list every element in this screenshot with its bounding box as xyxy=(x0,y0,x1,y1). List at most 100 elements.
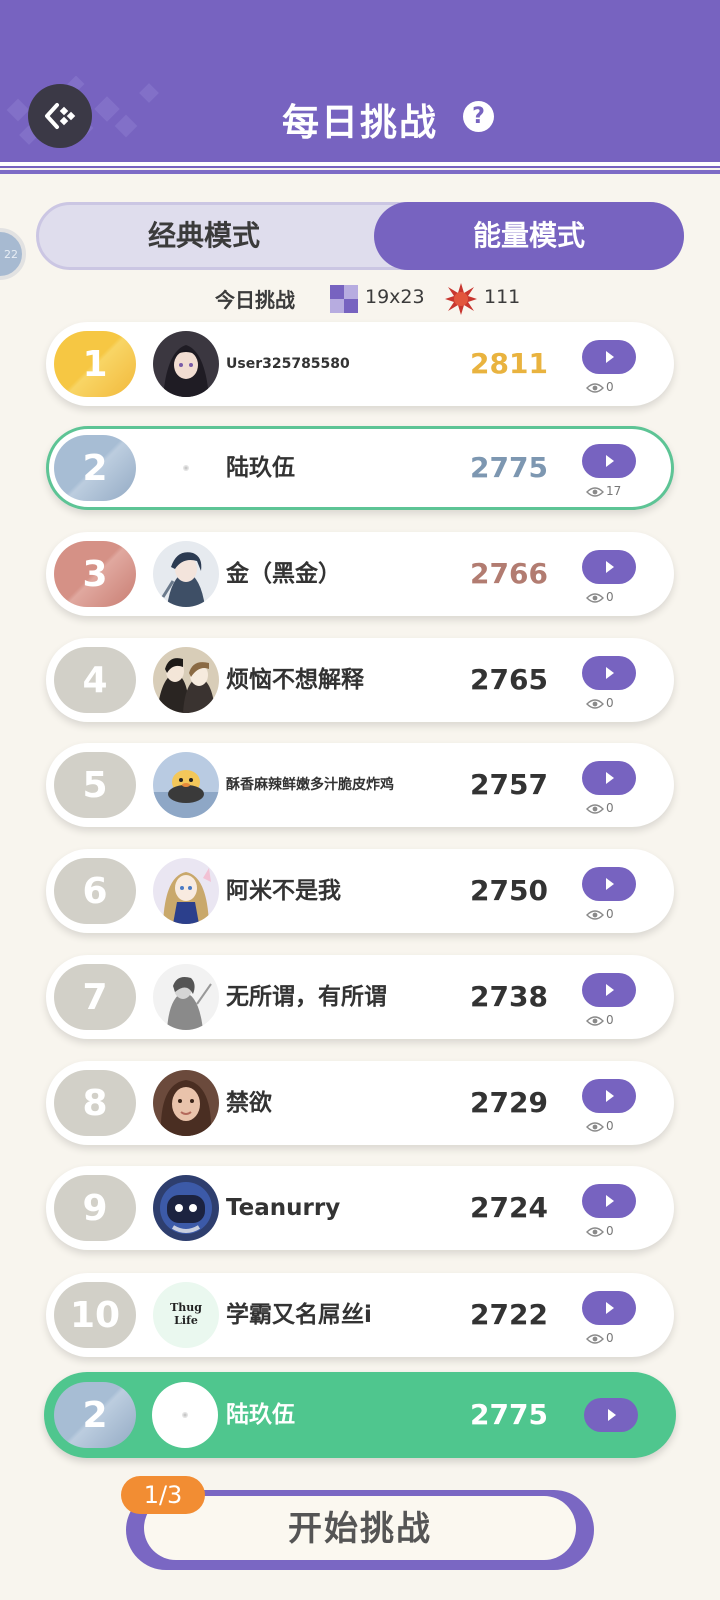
play-icon xyxy=(608,1409,616,1421)
view-count: 0 xyxy=(586,590,646,604)
anime-girl-avatar xyxy=(153,858,219,924)
replay-button[interactable] xyxy=(582,656,636,690)
leaderboard-row[interactable]: 2 陆玖伍 2775 17 xyxy=(46,426,674,510)
play-icon xyxy=(606,561,614,573)
replay-button[interactable] xyxy=(582,1184,636,1218)
view-count-text: 0 xyxy=(606,380,614,394)
header-bar: 每日挑战 ? xyxy=(0,0,720,174)
eye-icon xyxy=(586,1226,604,1237)
replay-button[interactable] xyxy=(582,340,636,374)
header-divider-lower xyxy=(0,170,720,174)
eye-icon xyxy=(586,592,604,603)
leaderboard-row[interactable]: 6 阿米不是我 2750 0 xyxy=(46,849,674,933)
view-count-text: 0 xyxy=(606,1331,614,1345)
view-count: 0 xyxy=(586,1331,646,1345)
view-count: 0 xyxy=(586,1013,646,1027)
replay-button[interactable] xyxy=(582,973,636,1007)
robot-avatar xyxy=(153,1175,219,1241)
leaderboard-row[interactable]: 7 无所谓，有所谓 2738 0 xyxy=(46,955,674,1039)
challenge-label: 今日挑战 xyxy=(215,288,295,312)
page-title: 每日挑战 xyxy=(282,101,438,144)
replay-button[interactable] xyxy=(582,867,636,901)
view-count-text: 0 xyxy=(606,1013,614,1027)
rank-badge: 1 xyxy=(54,331,136,397)
eye-icon xyxy=(586,1333,604,1344)
eye-icon xyxy=(586,1015,604,1026)
rank-badge: 10 xyxy=(54,1282,136,1348)
leaderboard-row[interactable]: 4 烦恼不想解释 2765 0 xyxy=(46,638,674,722)
eye-icon xyxy=(586,1121,604,1132)
player-name: 酥香麻辣鲜嫩多汁脆皮炸鸡 xyxy=(226,777,394,793)
side-level-bubble[interactable]: 22 xyxy=(0,228,26,280)
player-score: 2724 xyxy=(470,1191,548,1224)
player-score: 2750 xyxy=(470,874,548,907)
player-score: 2729 xyxy=(470,1086,548,1119)
tab-classic-mode[interactable]: 经典模式 xyxy=(39,205,369,267)
question-circle-icon[interactable]: ? xyxy=(463,101,494,132)
player-name: 无所谓，有所谓 xyxy=(226,984,387,1010)
leaderboard-row[interactable]: 8 禁欲 2729 0 xyxy=(46,1061,674,1145)
header-divider xyxy=(0,162,720,166)
grid-size-text: 19x23 xyxy=(365,286,425,308)
replay-button[interactable] xyxy=(582,444,636,478)
view-count: 0 xyxy=(586,380,646,394)
replay-button[interactable] xyxy=(582,1079,636,1113)
rank-badge: 5 xyxy=(54,752,136,818)
rank-badge: 4 xyxy=(54,647,136,713)
leaderboard-row[interactable]: 1 User325785580 2811 0 xyxy=(46,322,674,406)
view-count: 0 xyxy=(586,907,646,921)
view-count-text: 17 xyxy=(606,484,622,498)
player-name: 烦恼不想解释 xyxy=(226,667,364,693)
play-icon xyxy=(606,772,614,784)
thug-life-avatar: Thug Life xyxy=(153,1282,219,1348)
play-icon xyxy=(606,878,614,890)
player-name: User325785580 xyxy=(226,356,350,372)
rank-badge: 2 xyxy=(54,435,136,501)
my-replay-button[interactable] xyxy=(584,1398,638,1432)
view-count-text: 0 xyxy=(606,907,614,921)
player-score: 2766 xyxy=(470,557,548,590)
svg-text:Life: Life xyxy=(174,1314,198,1327)
my-rank-row[interactable]: 2 陆玖伍 2775 xyxy=(44,1372,676,1458)
player-name: 金（黑金） xyxy=(226,561,341,587)
player-score: 2765 xyxy=(470,663,548,696)
manga-pair-avatar xyxy=(153,647,219,713)
view-count-text: 0 xyxy=(606,696,614,710)
grid-size-icon xyxy=(330,285,358,313)
rank-badge: 7 xyxy=(54,964,136,1030)
view-count: 17 xyxy=(586,484,646,498)
replay-button[interactable] xyxy=(582,1291,636,1325)
energy-count-text: 111 xyxy=(484,286,521,308)
player-name: 陆玖伍 xyxy=(226,455,295,481)
leaderboard-row[interactable]: 5 酥香麻辣鲜嫩多汁脆皮炸鸡 2757 0 xyxy=(46,743,674,827)
my-avatar xyxy=(152,1382,218,1448)
player-score: 2738 xyxy=(470,980,548,1013)
replay-button[interactable] xyxy=(582,550,636,584)
leaderboard-row[interactable]: 3 金（黑金） 2766 0 xyxy=(46,532,674,616)
mode-toggle: 经典模式 能量模式 xyxy=(36,202,684,270)
eye-icon xyxy=(586,382,604,393)
play-icon xyxy=(606,984,614,996)
eye-icon xyxy=(586,909,604,920)
tab-energy-mode[interactable]: 能量模式 xyxy=(374,202,684,270)
rank-badge: 9 xyxy=(54,1175,136,1241)
blank-avatar xyxy=(153,435,219,501)
view-count: 0 xyxy=(586,801,646,815)
player-name: Teanurry xyxy=(226,1195,341,1221)
view-count-text: 0 xyxy=(606,1119,614,1133)
player-name: 禁欲 xyxy=(226,1090,272,1116)
challenge-info: 今日挑战 19x23 111 xyxy=(0,282,720,316)
leaderboard-row[interactable]: 9 Teanurry 2724 0 xyxy=(46,1166,674,1250)
view-count-text: 0 xyxy=(606,801,614,815)
start-challenge-label: 开始挑战 xyxy=(144,1496,576,1560)
attempts-badge: 1/3 xyxy=(121,1476,205,1514)
view-count: 0 xyxy=(586,1224,646,1238)
replay-button[interactable] xyxy=(582,761,636,795)
leaderboard-row[interactable]: 10 Thug Life 学霸又名屌丝i 2722 0 xyxy=(46,1273,674,1357)
player-score: 2811 xyxy=(470,347,548,380)
play-icon xyxy=(606,455,614,467)
view-count: 0 xyxy=(586,696,646,710)
eye-icon xyxy=(586,698,604,709)
view-count-text: 0 xyxy=(606,1224,614,1238)
play-icon xyxy=(606,1195,614,1207)
